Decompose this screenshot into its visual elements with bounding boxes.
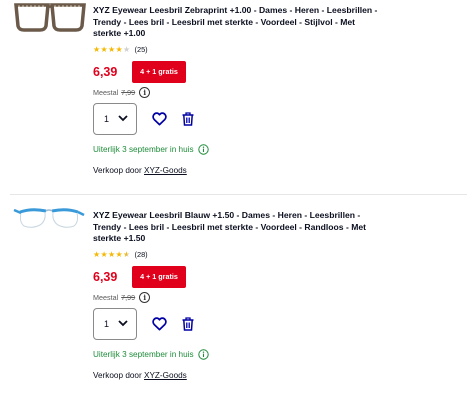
promo-badge[interactable]: 4 + 1 gratis [132, 60, 186, 83]
star-half-icon: ★ [123, 249, 131, 259]
old-price: 7,99 [121, 293, 136, 303]
price: 6,39 [93, 269, 118, 284]
check-circle-icon[interactable] [197, 349, 209, 360]
price: 6,39 [93, 64, 118, 79]
quantity-value: 1 [104, 318, 110, 329]
seller-prefix: Verkoop door [93, 165, 142, 175]
chevron-down-icon [118, 320, 128, 327]
glasses-zebra-thumbnail[interactable] [12, 0, 86, 34]
check-circle-icon[interactable] [197, 144, 209, 155]
seller-link[interactable]: XYZ-Goods [144, 166, 187, 175]
promo-badge[interactable]: 4 + 1 gratis [132, 265, 186, 288]
product-item: XYZ Eyewear Leesbril Blauw +1.50 - Dames… [0, 196, 475, 401]
seller-info: Verkoop door XYZ-Goods [93, 166, 383, 178]
product-info: XYZ Eyewear Leesbril Zebraprint +1.00 - … [93, 5, 383, 178]
rating: ★ ★ ★ ★ ★ (28) [93, 250, 383, 260]
seller-link[interactable]: XYZ-Goods [144, 371, 187, 380]
star-icon: ★ [93, 44, 101, 54]
heart-icon[interactable] [152, 112, 167, 126]
product-info: XYZ Eyewear Leesbril Blauw +1.50 - Dames… [93, 210, 383, 383]
old-price-row: Meestal 7,99 i [93, 292, 383, 304]
star-icon: ★ [115, 44, 123, 54]
star-icon: ★ [108, 44, 116, 54]
price-row: 6,39 4 + 1 gratis [93, 265, 383, 288]
old-price-row: Meestal 7,99 i [93, 87, 383, 99]
delivery-text: Uiterlijk 3 september in huis [93, 350, 194, 360]
glasses-blue-thumbnail[interactable] [12, 204, 86, 238]
quantity-select[interactable]: 1 [93, 102, 137, 135]
quantity-select[interactable]: 1 [93, 307, 137, 340]
info-icon[interactable]: i [139, 87, 151, 99]
product-title[interactable]: XYZ Eyewear Leesbril Zebraprint +1.00 - … [93, 5, 383, 40]
rating: ★ ★ ★ ★ ★ (25) [93, 45, 383, 55]
star-icon: ★ [100, 44, 108, 54]
star-empty-icon: ★ [123, 44, 131, 54]
old-price-label: Meestal [93, 293, 119, 303]
price-row: 6,39 4 + 1 gratis [93, 60, 383, 83]
product-item: XYZ Eyewear Leesbril Zebraprint +1.00 - … [0, 0, 475, 194]
seller-info: Verkoop door XYZ-Goods [93, 371, 383, 383]
star-icon: ★ [108, 249, 116, 259]
action-row: 1 [93, 102, 383, 135]
star-rating: ★ ★ ★ ★ ★ [93, 250, 131, 260]
chevron-down-icon [118, 115, 128, 122]
product-title[interactable]: XYZ Eyewear Leesbril Blauw +1.50 - Dames… [93, 210, 383, 245]
product-divider [10, 194, 467, 195]
info-icon[interactable]: i [139, 292, 151, 304]
old-price-label: Meestal [93, 88, 119, 98]
star-icon: ★ [115, 249, 123, 259]
review-count[interactable]: (28) [135, 250, 148, 259]
action-row: 1 [93, 307, 383, 340]
star-rating: ★ ★ ★ ★ ★ [93, 45, 131, 55]
star-icon: ★ [93, 249, 101, 259]
old-price: 7,99 [121, 88, 136, 98]
delivery-info: Uiterlijk 3 september in huis [93, 349, 383, 361]
quantity-value: 1 [104, 113, 110, 124]
review-count[interactable]: (25) [135, 45, 148, 54]
seller-prefix: Verkoop door [93, 370, 142, 380]
trash-icon[interactable] [182, 317, 194, 331]
delivery-text: Uiterlijk 3 september in huis [93, 145, 194, 155]
delivery-info: Uiterlijk 3 september in huis [93, 144, 383, 156]
trash-icon[interactable] [182, 112, 194, 126]
heart-icon[interactable] [152, 317, 167, 331]
star-icon: ★ [100, 249, 108, 259]
